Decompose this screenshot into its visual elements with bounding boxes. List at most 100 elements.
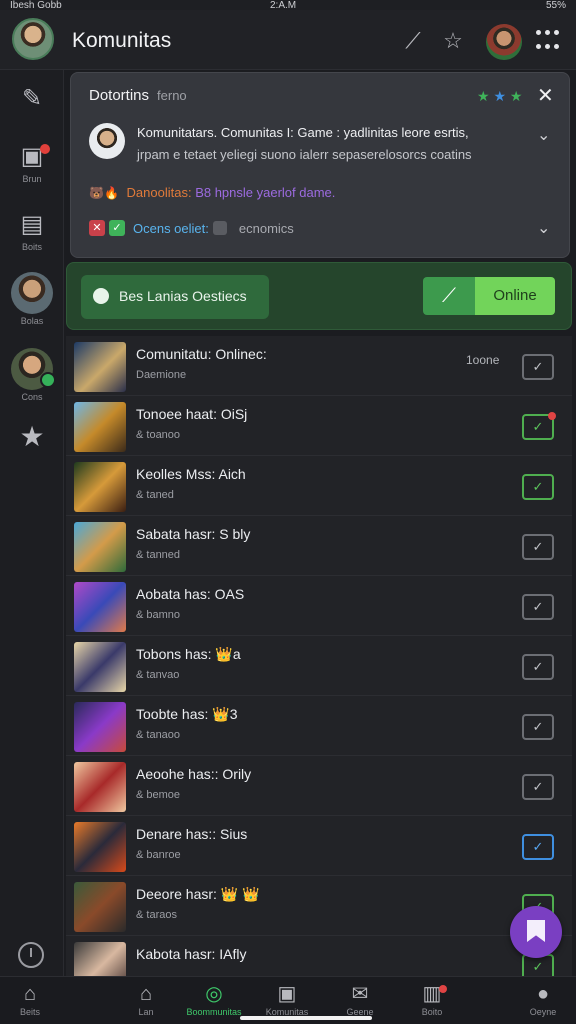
tag-icon: ✕	[89, 220, 105, 236]
item-subtitle: & bamno	[136, 609, 181, 621]
check-icon[interactable]: ✓	[522, 534, 554, 560]
list-item[interactable]: Tobons has: 👑a & tanvao ✓	[66, 636, 572, 696]
status-message-button[interactable]: Bes Lanias Oestiecs	[81, 275, 269, 319]
item-title: Keolles Mss: Aich	[136, 466, 246, 482]
status-bar: Ibesh Gobb 2:A.M 55%	[0, 0, 576, 11]
detail-value: B8 hpnsle yaerlof dame.	[195, 185, 336, 200]
item-meta: 1oone	[466, 353, 500, 367]
check-icon[interactable]: ✓	[522, 654, 554, 680]
item-title: Deeore hasr: 👑 👑	[136, 886, 260, 902]
nav-label: Oeyne	[529, 1007, 557, 1017]
more-options-icon[interactable]	[536, 30, 560, 54]
bookmark-icon: ▤	[20, 211, 44, 238]
game-thumbnail	[74, 942, 126, 976]
close-icon[interactable]: ✕	[537, 83, 554, 108]
clock-icon[interactable]	[18, 942, 44, 968]
status-message-text: Bes Lanias Oestiecs	[119, 288, 247, 304]
sidebar-item-label: Brun	[22, 174, 42, 184]
notification-badge	[439, 985, 447, 993]
pin-icon[interactable]: ⟋	[400, 28, 426, 54]
sidebar-item-cons[interactable]: Cons	[0, 348, 64, 402]
notification-status-row: ✕ ✓ Ocens oeliet: ecnomics	[89, 220, 294, 236]
nav-item-lan[interactable]: ⌂ Lan	[111, 981, 181, 1017]
list-item[interactable]: Keolles Mss: Aich & taned ✓	[66, 456, 572, 516]
game-thumbnail	[74, 462, 126, 512]
user-avatar[interactable]	[12, 18, 54, 60]
friend-avatar[interactable]	[486, 24, 522, 60]
screen-icon: ▣	[277, 983, 297, 1005]
notification-subtitle: ferno	[157, 88, 187, 103]
community-icon: ◎	[205, 983, 223, 1005]
sidebar-item-label: Boits	[21, 242, 42, 252]
item-title: Aobata has: OAS	[136, 586, 245, 602]
nav-item-beits[interactable]: ⌂ Beits	[0, 981, 65, 1017]
nav-item-boito[interactable]: ▥ Boito	[397, 981, 467, 1017]
list-item[interactable]: Aobata has: OAS & bamno ✓	[66, 576, 572, 636]
notification-message-detail: jrpam e tetaet yeliegi suono ialerr sepa…	[137, 147, 472, 162]
list-item[interactable]: Tonoee haat: OiSj & toanoo ✓	[66, 396, 572, 456]
nav-item-profile[interactable]: ● Oeyne	[508, 981, 576, 1017]
item-subtitle: & taraos	[136, 909, 177, 921]
status-time: 2:A.M	[270, 0, 297, 11]
carrier-text: Ibesh Gobb	[10, 0, 62, 11]
house-icon: ⌂	[139, 983, 153, 1005]
nav-label: Beits	[19, 1007, 40, 1017]
item-title: Aeoohe has:: Orily	[136, 766, 252, 782]
item-subtitle: & tanvao	[136, 669, 180, 681]
chevron-down-icon[interactable]: ⌄	[537, 218, 550, 238]
list-item[interactable]: Comunitatu: Onlinec: Daemione 1oone ✓	[66, 336, 572, 396]
compose-fab-button[interactable]	[510, 906, 562, 958]
item-subtitle: & toanoo	[136, 429, 181, 441]
list-item[interactable]: Sabata hasr: S bly & tanned ✓	[66, 516, 572, 576]
notification-detail-row: 🐻🔥 Danoolitas: B8 hpnsle yaerlof dame.	[89, 185, 335, 200]
game-thumbnail	[74, 342, 126, 392]
star-icon[interactable]: ☆	[440, 28, 466, 54]
sidebar-item-brun[interactable]: ▣ Brun	[0, 142, 64, 184]
notification-message: Komunitatars. Comunitas I: Game : yadlin…	[137, 125, 469, 140]
check-icon[interactable]: ✓	[522, 354, 554, 380]
online-indicator	[40, 372, 56, 388]
sidebar-item-compose[interactable]: ✎	[0, 84, 64, 114]
sidebar-item-bolas[interactable]: Bolas	[0, 272, 64, 326]
check-icon[interactable]: ✓	[522, 714, 554, 740]
nav-item-community[interactable]: ◎ Boommunitas	[179, 981, 249, 1017]
profile-icon: ●	[536, 983, 550, 1005]
item-subtitle: Daemione	[136, 369, 187, 381]
detail-label: Danoolitas:	[126, 185, 192, 200]
sidebar-item-favorites[interactable]: ★	[0, 422, 64, 452]
sidebar-item-boits[interactable]: ▤ Boits	[0, 210, 64, 252]
nav-label: Lan	[138, 1007, 154, 1017]
chevron-down-icon[interactable]: ⌄	[537, 125, 550, 145]
chat-icon: ▣	[20, 143, 44, 170]
item-subtitle: & bemoe	[136, 789, 181, 801]
online-button[interactable]: Online	[475, 277, 555, 315]
emoji-icon: 🐻🔥	[89, 186, 119, 200]
list-item[interactable]: Aeoohe has:: Orily & bemoe ✓	[66, 756, 572, 816]
item-subtitle: & tanned	[136, 549, 181, 561]
bag-icon: ▥	[422, 983, 442, 1005]
list-item[interactable]: Kabota hasr: IAfly ✓	[66, 936, 572, 976]
broom-icon[interactable]: ⟋	[423, 277, 475, 315]
nav-label: Boito	[421, 1007, 443, 1017]
list-item[interactable]: Toobte has: 👑3 & tanaoo ✓	[66, 696, 572, 756]
check-icon[interactable]: ✓	[522, 594, 554, 620]
chat-bubble-icon	[93, 288, 109, 304]
nav-item-geene[interactable]: ✉ Geene	[325, 981, 395, 1017]
pencil-icon: ✎	[21, 85, 43, 112]
page-title: Komunitas	[72, 29, 172, 52]
list-item[interactable]: Deeore hasr: 👑 👑 & taraos ✓	[66, 876, 572, 936]
nav-item-komunitas[interactable]: ▣ Komunitas	[252, 981, 322, 1017]
home-indicator[interactable]	[240, 1016, 372, 1020]
check-icon[interactable]: ✓	[522, 774, 554, 800]
check-icon[interactable]: ✓	[522, 834, 554, 860]
status-label: Ocens oeliet:	[133, 220, 209, 236]
check-icon[interactable]: ✓	[522, 412, 556, 440]
notification-card: Dotortins ferno ★ ★ ★ ✕ Komunitatars. Com…	[70, 72, 570, 258]
game-thumbnail	[74, 582, 126, 632]
list-item[interactable]: Denare has:: Sius & banroe ✓	[66, 816, 572, 876]
check-icon[interactable]: ✓	[522, 474, 554, 500]
online-banner: Bes Lanias Oestiecs ⟋ Online	[66, 262, 572, 330]
rating-stars: ★ ★ ★	[477, 88, 523, 104]
friend-avatar	[11, 272, 53, 314]
item-title: Tobons has: 👑a	[136, 646, 241, 662]
